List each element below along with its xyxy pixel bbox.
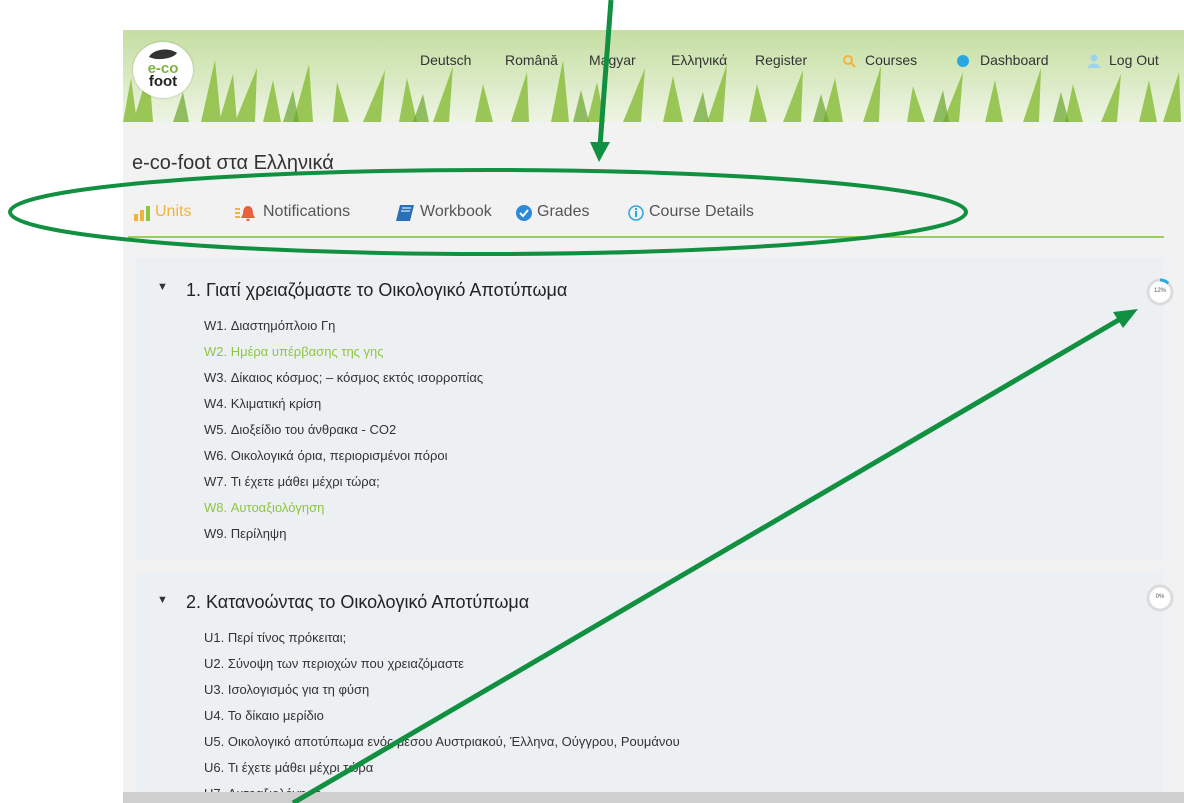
info-icon: [628, 205, 644, 221]
progress-label: 12%: [1153, 288, 1166, 294]
lesson-link[interactable]: W9. Περίληψη: [204, 526, 286, 541]
course-title: e-co-foot στα Ελληνικά: [132, 152, 334, 174]
grass-banner: [123, 60, 1181, 122]
lesson-link[interactable]: W1. Διαστημόπλοιο Γη: [204, 318, 335, 333]
expand-caret-icon[interactable]: ▼: [157, 281, 168, 293]
lesson-link[interactable]: U2. Σύνοψη των περιοχών που χρειαζόμαστε: [204, 656, 464, 671]
lesson-link[interactable]: U3. Ισολογισμός για τη φύση: [204, 682, 369, 697]
tab-units[interactable]: Units: [155, 203, 191, 221]
horizontal-scrollbar[interactable]: [123, 792, 1184, 803]
check-circle-icon: [516, 205, 532, 221]
nav-lang-romana[interactable]: Română: [505, 52, 558, 68]
expand-caret-icon[interactable]: ▼: [157, 594, 168, 606]
site-header: e-co foot Deutsch Română Magyar Ελληνικά…: [123, 30, 1184, 122]
unit-title[interactable]: 1. Γιατί χρειαζόμαστε το Οικολογικό Αποτ…: [186, 280, 567, 301]
tab-divider: [128, 236, 1164, 238]
book-icon: [396, 205, 414, 221]
globe-icon: [957, 55, 969, 67]
lesson-link[interactable]: W7. Τι έχετε μάθει μέχρι τώρα;: [204, 474, 380, 489]
nav-courses[interactable]: Courses: [865, 52, 917, 68]
user-icon: [1088, 54, 1100, 68]
unit-section: ▼ 2. Κατανοώντας το Οικολογικό Αποτύπωμα…: [136, 571, 1163, 803]
lesson-link[interactable]: W6. Οικολογικά όρια, περιορισμένοι πόροι: [204, 448, 448, 463]
lesson-link[interactable]: U5. Οικολογικό αποτύπωμα ενός μέσου Αυστ…: [204, 734, 680, 749]
nav-lang-deutsch[interactable]: Deutsch: [420, 52, 471, 68]
lesson-link[interactable]: U1. Περί τίνος πρόκειται;: [204, 630, 346, 645]
search-icon: [843, 55, 856, 68]
tab-workbook[interactable]: Workbook: [420, 203, 492, 221]
tab-course-details[interactable]: Course Details: [649, 203, 754, 221]
unit-title[interactable]: 2. Κατανοώντας το Οικολογικό Αποτύπωμα: [186, 592, 529, 613]
bell-icon: [235, 206, 255, 221]
progress-circle: 0%: [1145, 583, 1175, 613]
lesson-link[interactable]: W2. Ημέρα υπέρβασης της γης: [204, 344, 384, 359]
nav-dashboard[interactable]: Dashboard: [980, 52, 1049, 68]
tab-grades[interactable]: Grades: [537, 203, 589, 221]
lesson-link[interactable]: U4. Το δίκαιο μερίδιο: [204, 708, 324, 723]
nav-logout[interactable]: Log Out: [1109, 52, 1159, 68]
lesson-link[interactable]: W4. Κλιματική κρίση: [204, 396, 321, 411]
progress-circle: 12%: [1145, 277, 1175, 307]
unit-section: ▼ 1. Γιατί χρειαζόμαστε το Οικολογικό Απ…: [136, 258, 1163, 560]
progress-label: 0%: [1155, 594, 1165, 600]
logo-line-2: foot: [148, 73, 178, 90]
tab-notifications[interactable]: Notifications: [263, 203, 350, 221]
lesson-link[interactable]: W5. Διοξείδιο του άνθρακα - CO2: [204, 422, 396, 437]
nav-register[interactable]: Register: [755, 52, 807, 68]
site-logo[interactable]: e-co foot: [133, 42, 193, 98]
lesson-link[interactable]: W8. Αυτοαξιολόγηση: [204, 500, 324, 515]
nav-lang-ellinika[interactable]: Ελληνικά: [671, 52, 727, 68]
lesson-link[interactable]: W3. Δίκαιος κόσμος; – κόσμος εκτός ισορρ…: [204, 370, 483, 385]
bar-chart-icon: [134, 206, 150, 221]
nav-lang-magyar[interactable]: Magyar: [589, 52, 636, 68]
lesson-link[interactable]: U6. Τι έχετε μάθει μέχρι τώρα: [204, 760, 373, 775]
app-window: e-co foot Deutsch Română Magyar Ελληνικά…: [123, 30, 1184, 803]
